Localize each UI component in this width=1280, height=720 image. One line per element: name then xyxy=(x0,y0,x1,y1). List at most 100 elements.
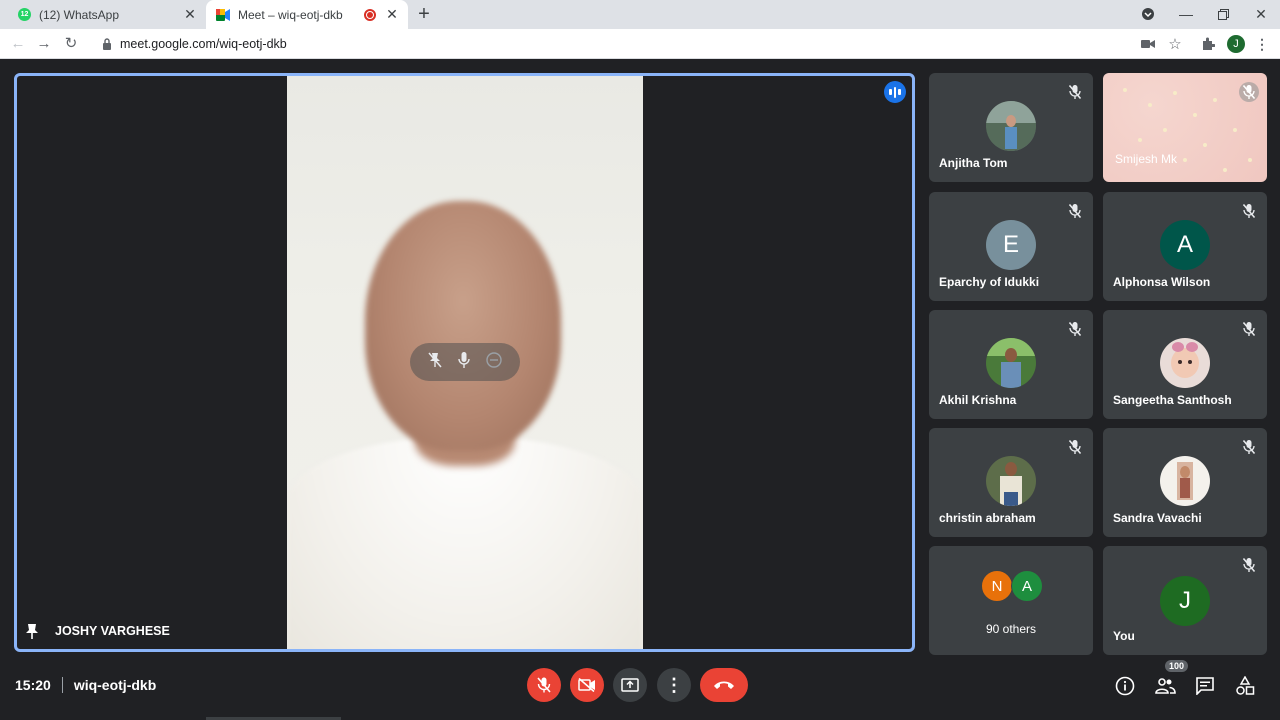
participant-name: Anjitha Tom xyxy=(939,156,1008,170)
meet-window: JOSHY VARGHESE Anjitha Tom Smijesh Mk E … xyxy=(0,59,1280,720)
participant-tile[interactable]: Sangeetha Santhosh xyxy=(1103,310,1267,419)
info-icon xyxy=(1115,676,1135,696)
maximize-button[interactable] xyxy=(1213,4,1233,24)
bookmark-star-icon[interactable]: ☆ xyxy=(1165,34,1185,54)
participant-name: Eparchy of Idukki xyxy=(939,275,1040,289)
mic-off-icon xyxy=(1239,201,1259,221)
avatar xyxy=(986,338,1036,388)
back-button[interactable]: ← xyxy=(8,33,28,53)
address-bar[interactable]: meet.google.com/wiq-eotj-dkb xyxy=(90,31,1190,56)
divider xyxy=(61,677,63,693)
mic-off-icon xyxy=(1065,319,1085,339)
participant-tile[interactable]: christin abraham xyxy=(929,428,1093,537)
meet-icon xyxy=(216,8,230,21)
mic-toggle-button[interactable] xyxy=(527,668,561,702)
present-icon xyxy=(621,678,639,692)
video-head xyxy=(365,201,561,451)
chat-button[interactable] xyxy=(1192,673,1218,699)
avatar: J xyxy=(1160,576,1210,626)
activities-button[interactable] xyxy=(1232,673,1258,699)
main-speaker-label: JOSHY VARGHESE xyxy=(25,623,170,639)
avatar xyxy=(986,456,1036,506)
meeting-info: 15:20 wiq-eotj-dkb xyxy=(15,677,156,693)
forward-button[interactable]: → xyxy=(34,33,54,53)
mic-off-icon xyxy=(1065,437,1085,457)
menu-icon[interactable]: ⋮ xyxy=(1252,34,1272,54)
minimize-button[interactable]: — xyxy=(1176,4,1196,24)
participant-count-badge: 100 xyxy=(1165,660,1189,672)
pin-icon xyxy=(26,624,38,639)
tab-search-icon[interactable] xyxy=(1140,4,1156,24)
whatsapp-icon: 12 xyxy=(18,8,31,21)
participant-name: Akhil Krishna xyxy=(939,393,1017,407)
meeting-code: wiq-eotj-dkb xyxy=(73,677,157,693)
camera-toggle-button[interactable] xyxy=(570,668,604,702)
participant-name: Alphonsa Wilson xyxy=(1113,275,1211,289)
chat-icon xyxy=(1196,677,1214,695)
leave-call-button[interactable] xyxy=(700,668,748,702)
close-icon[interactable]: ✕ xyxy=(182,6,198,23)
avatar xyxy=(1160,456,1210,506)
tab-meet[interactable]: Meet – wiq-eotj-dkb ✕ xyxy=(206,0,408,29)
tab-strip: 12 (12) WhatsApp ✕ Meet – wiq-eotj-dkb ✕… xyxy=(0,0,1280,29)
new-tab-button[interactable]: + xyxy=(414,4,434,25)
participant-name: You xyxy=(1113,629,1135,643)
close-icon[interactable]: ✕ xyxy=(384,6,400,23)
avatar: A xyxy=(1011,570,1043,602)
lock-icon xyxy=(103,37,111,50)
mic-off-icon xyxy=(1065,82,1085,102)
mic-off-icon xyxy=(1239,319,1259,339)
remove-icon[interactable] xyxy=(486,352,502,372)
video-shirt xyxy=(287,436,643,649)
participant-tile[interactable]: E Eparchy of Idukki xyxy=(929,192,1093,301)
avatar: N xyxy=(981,570,1013,602)
unpin-icon[interactable] xyxy=(428,352,442,372)
mic-off-icon xyxy=(1239,555,1259,575)
profile-avatar[interactable]: J xyxy=(1226,34,1246,54)
participants-button[interactable] xyxy=(1152,673,1178,699)
recording-icon xyxy=(364,8,376,21)
participant-name: Smijesh Mk xyxy=(1115,152,1178,166)
others-tile[interactable]: N A 90 others xyxy=(929,546,1093,655)
mic-off-icon xyxy=(1239,437,1259,457)
reload-button[interactable]: ↻ xyxy=(61,33,81,53)
camera-off-icon xyxy=(578,678,595,692)
meeting-time: 15:20 xyxy=(15,677,51,693)
tab-title: (12) WhatsApp xyxy=(39,7,120,22)
mic-off-icon xyxy=(537,677,551,693)
avatar xyxy=(1160,338,1210,388)
others-count: 90 others xyxy=(985,622,1037,636)
participant-name: christin abraham xyxy=(939,511,1036,525)
participant-tile[interactable]: Sandra Vavachi xyxy=(1103,428,1267,537)
extensions-icon[interactable] xyxy=(1198,34,1218,54)
speaking-indicator-icon xyxy=(884,81,906,103)
main-speaker-tile[interactable]: JOSHY VARGHESE xyxy=(14,73,915,652)
participant-tile[interactable]: Smijesh Mk xyxy=(1103,73,1267,182)
end-call-icon xyxy=(714,681,734,689)
camera-icon[interactable] xyxy=(1138,34,1158,54)
mic-off-icon xyxy=(1239,82,1259,102)
participant-name: Sangeetha Santhosh xyxy=(1113,393,1232,407)
self-tile[interactable]: J You xyxy=(1103,546,1267,655)
mic-off-icon xyxy=(1065,201,1085,221)
participant-name: Sandra Vavachi xyxy=(1113,511,1202,525)
mic-icon[interactable] xyxy=(458,352,470,372)
tile-hover-controls xyxy=(410,343,520,381)
more-vert-icon: ⋮ xyxy=(665,674,683,695)
present-screen-button[interactable] xyxy=(613,668,647,702)
activities-icon xyxy=(1236,676,1255,695)
participant-tile[interactable]: A Alphonsa Wilson xyxy=(1103,192,1267,301)
meeting-details-button[interactable] xyxy=(1112,673,1138,699)
more-options-button[interactable]: ⋮ xyxy=(657,668,691,702)
tab-title: Meet – wiq-eotj-dkb xyxy=(238,7,343,22)
tab-whatsapp[interactable]: 12 (12) WhatsApp ✕ xyxy=(8,0,206,29)
url-text: meet.google.com/wiq-eotj-dkb xyxy=(120,36,287,51)
participant-tile[interactable]: Anjitha Tom xyxy=(929,73,1093,182)
close-window-button[interactable]: ✕ xyxy=(1251,4,1271,24)
main-speaker-name: JOSHY VARGHESE xyxy=(55,624,170,638)
avatar: A xyxy=(1160,220,1210,270)
participant-tile[interactable]: Akhil Krishna xyxy=(929,310,1093,419)
people-icon xyxy=(1155,678,1176,694)
avatar xyxy=(986,101,1036,151)
speaker-video xyxy=(287,76,643,649)
